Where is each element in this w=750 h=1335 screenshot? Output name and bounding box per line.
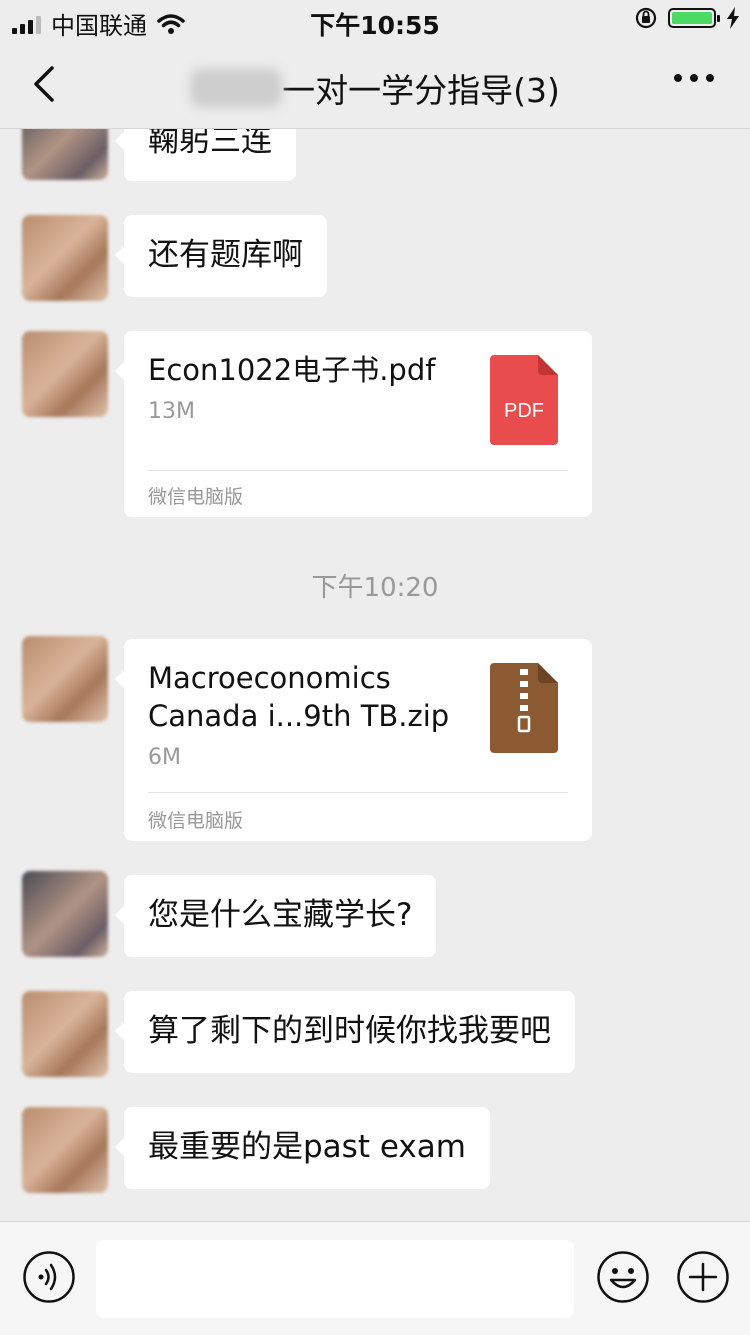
status-right xyxy=(634,6,740,30)
avatar[interactable] xyxy=(22,215,108,301)
charging-bolt-icon xyxy=(727,7,739,29)
message-text: 还有题库啊 xyxy=(148,237,303,273)
pdf-file-icon: PDF xyxy=(490,355,558,445)
message-text: 您是什么宝藏学长? xyxy=(148,897,413,933)
avatar[interactable] xyxy=(22,871,108,957)
avatar[interactable] xyxy=(22,331,108,417)
file-size: 6M xyxy=(148,745,181,770)
svg-text:PDF: PDF xyxy=(504,400,544,422)
voice-icon[interactable] xyxy=(22,1250,76,1304)
file-size: 13M xyxy=(148,399,195,424)
avatar[interactable] xyxy=(22,991,108,1077)
message-bubble[interactable]: 您是什么宝藏学长? xyxy=(114,875,437,957)
divider xyxy=(148,792,568,793)
file-source: 微信电脑版 xyxy=(148,486,244,508)
message-bubble[interactable]: 算了剩下的到时候你找我要吧 xyxy=(115,991,575,1073)
message-timestamp: 下午10:20 xyxy=(311,573,439,603)
redacted-name-blur xyxy=(190,68,283,108)
message-bubble[interactable]: 最重要的是past exam xyxy=(115,1107,490,1189)
emoji-icon[interactable] xyxy=(596,1250,650,1304)
file-name: Econ1022电子书.pdf xyxy=(148,353,436,387)
input-bar xyxy=(0,1221,750,1335)
message-list[interactable]: 鞠躬三连 还有题库啊 Econ1022电子书.pdf 13M PDF 微信电脑版… xyxy=(0,129,750,1221)
zip-file-icon xyxy=(490,663,558,753)
avatar[interactable] xyxy=(22,636,108,722)
plus-icon[interactable] xyxy=(676,1250,730,1304)
message-bubble[interactable]: 鞠躬三连 xyxy=(115,129,296,181)
file-message-card[interactable]: Econ1022电子书.pdf 13M PDF 微信电脑版 xyxy=(115,331,592,517)
file-name: Macroeconomics Canada i...9th TB.zip xyxy=(148,661,450,733)
status-bar: 中国联通 下午10:55 xyxy=(0,0,750,40)
file-message-card[interactable]: Macroeconomics Canada i...9th TB.zip 6M … xyxy=(115,639,592,841)
file-source: 微信电脑版 xyxy=(148,810,244,832)
message-text: 算了剩下的到时候你找我要吧 xyxy=(148,1013,551,1049)
chat-title-text: 一对一学分指导(3) xyxy=(282,71,560,110)
divider xyxy=(148,470,568,471)
message-text: 鞠躬三连 xyxy=(148,129,272,159)
message-bubble[interactable]: 还有题库啊 xyxy=(115,215,327,297)
orientation-lock-icon xyxy=(635,7,657,29)
more-dots-icon[interactable] xyxy=(674,74,714,82)
chat-title: 一对一学分指导(3) xyxy=(0,64,750,112)
battery-icon xyxy=(668,8,720,28)
avatar[interactable] xyxy=(22,129,108,180)
nav-bar: 一对一学分指导(3) xyxy=(0,40,750,129)
message-text: 最重要的是past exam xyxy=(148,1129,466,1165)
message-input[interactable] xyxy=(96,1240,574,1318)
avatar[interactable] xyxy=(22,1107,108,1193)
